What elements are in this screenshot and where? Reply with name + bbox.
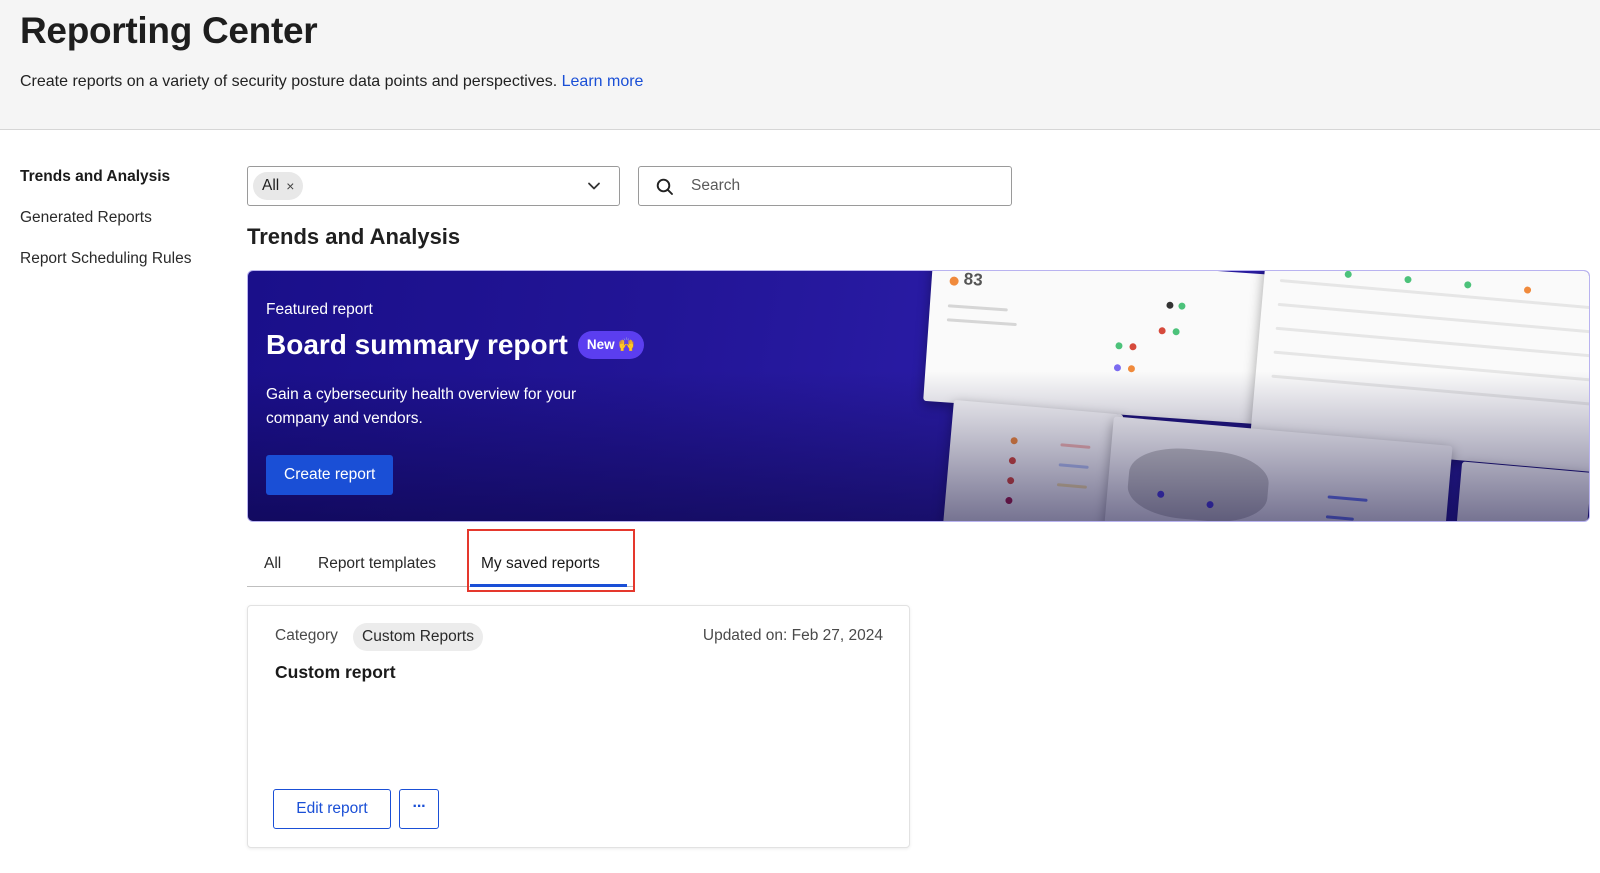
highlight-box xyxy=(467,529,635,592)
chip-remove-icon[interactable]: × xyxy=(286,172,294,200)
search-icon xyxy=(656,178,673,195)
ellipsis-icon: ··· xyxy=(412,798,427,815)
filter-chip-label: All xyxy=(262,177,280,194)
tab-report-templates[interactable]: Report templates xyxy=(318,555,436,573)
sidebar: Trends and Analysis Generated Reports Re… xyxy=(20,165,220,288)
featured-title-text: Board summary report xyxy=(266,329,568,360)
sidebar-item-trends-and-analysis[interactable]: Trends and Analysis xyxy=(20,165,220,206)
page-title: Reporting Center xyxy=(20,10,318,51)
category-label: Category xyxy=(275,627,338,644)
report-title: Custom report xyxy=(275,662,396,682)
section-title: Trends and Analysis xyxy=(247,224,461,249)
search-input[interactable] xyxy=(691,173,991,199)
search-box xyxy=(638,166,1012,206)
chevron-down-icon[interactable] xyxy=(587,179,601,193)
tab-all[interactable]: All xyxy=(264,555,281,573)
featured-label: Featured report xyxy=(266,301,373,318)
page-description-text: Create reports on a variety of security … xyxy=(20,73,558,90)
more-options-button[interactable]: ··· xyxy=(399,789,439,829)
featured-title: Board summary report New 🙌 xyxy=(266,329,645,361)
updated-date: Updated on: Feb 27, 2024 xyxy=(702,627,883,644)
create-report-button[interactable]: Create report xyxy=(266,455,394,495)
sidebar-item-generated-reports[interactable]: Generated Reports xyxy=(20,206,220,247)
sidebar-item-report-scheduling-rules[interactable]: Report Scheduling Rules xyxy=(20,247,220,288)
new-badge: New 🙌 xyxy=(577,331,645,359)
featured-description: Gain a cybersecurity health overview for… xyxy=(266,386,577,427)
featured-report-banner: 83 Featured rep xyxy=(247,270,1590,522)
page-description: Create reports on a variety of security … xyxy=(20,73,643,91)
page-header: Reporting Center Create reports on a var… xyxy=(0,0,1600,130)
filter-chip-all: All × xyxy=(253,172,304,200)
report-card: Category Custom Reports Updated on: Feb … xyxy=(247,605,910,848)
category-filter-select[interactable]: All × xyxy=(247,166,620,206)
category-chip: Custom Reports xyxy=(353,623,483,651)
edit-report-button[interactable]: Edit report xyxy=(273,789,391,829)
learn-more-link[interactable]: Learn more xyxy=(562,73,644,90)
